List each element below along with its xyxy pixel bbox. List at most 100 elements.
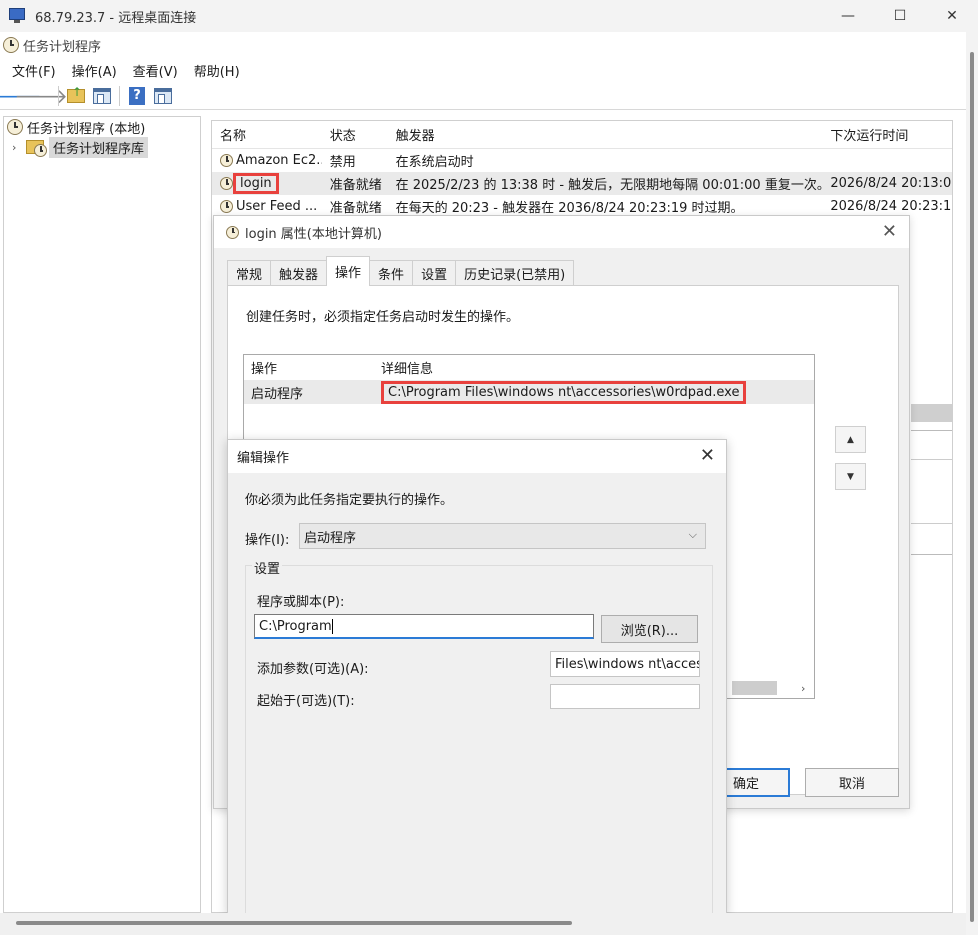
menu-action[interactable]: 操作(A) <box>64 61 125 80</box>
task-status: 禁用 <box>329 155 356 170</box>
task-status: 准备就绪 <box>329 178 382 193</box>
col-header-status[interactable]: 状态 <box>322 125 388 144</box>
divider <box>911 430 952 431</box>
help-icon: ? <box>129 86 145 105</box>
cancel-button[interactable]: 取消 <box>805 768 899 797</box>
arguments-input[interactable]: Files\windows nt\accessories\w0rdpad.exe <box>550 651 700 677</box>
tree-item-library[interactable]: › 任务计划程序库 <box>4 136 200 158</box>
menu-help[interactable]: 帮助(H) <box>186 61 248 80</box>
menu-file[interactable]: 文件(F) <box>4 61 64 80</box>
props-titlebar: login 属性(本地计算机) <box>214 216 909 248</box>
menu-view[interactable]: 查看(V) <box>125 61 186 80</box>
detail-pane-tab-strip <box>911 404 952 422</box>
tab-triggers[interactable]: 触发器 <box>270 260 328 286</box>
divider <box>911 554 952 555</box>
tree-item-root[interactable]: 任务计划程序 (本地) <box>4 117 200 137</box>
tree-root-label: 任务计划程序 (本地) <box>27 121 146 137</box>
task-trigger: 在系统启动时 <box>395 155 474 170</box>
tab-history[interactable]: 历史记录(已禁用) <box>455 260 575 286</box>
col-header-name[interactable]: 名称 <box>212 125 322 144</box>
task-status: 准备就绪 <box>329 201 382 216</box>
folder-up-icon <box>67 85 85 103</box>
toolbar-separator <box>119 85 120 106</box>
table-row[interactable]: Amazon Ec2... 禁用 在系统启动时 <box>212 149 952 172</box>
tab-conditions[interactable]: 条件 <box>369 260 414 286</box>
tab-general[interactable]: 常规 <box>227 260 272 286</box>
chevron-right-icon[interactable]: › <box>801 682 805 695</box>
move-up-button[interactable]: ▲ <box>835 426 866 453</box>
vertical-scrollbar[interactable] <box>966 32 978 935</box>
action-type: 启动程序 <box>251 386 304 402</box>
menu-bar: 文件(F) 操作(A) 查看(V) 帮助(H) <box>0 58 966 82</box>
maximize-button[interactable]: ☐ <box>874 0 926 32</box>
clock-icon <box>7 119 23 135</box>
start-in-input[interactable] <box>550 684 700 709</box>
clock-icon <box>3 37 19 53</box>
browse-button[interactable]: 浏览(R)... <box>601 615 698 643</box>
edit-dialog-title: 编辑操作 <box>228 440 726 473</box>
task-clock-icon <box>220 177 233 190</box>
task-name: login <box>233 173 279 194</box>
col-header-details[interactable]: 详细信息 <box>377 358 433 377</box>
task-next-run: 2026/8/24 20:23:19 <box>830 199 953 214</box>
task-table-header: 名称 状态 触发器 下次运行时间 <box>212 121 952 149</box>
show-hide-console-tree-button[interactable] <box>91 85 113 107</box>
app-titlebar: 任务计划程序 <box>0 32 966 58</box>
task-name: User Feed ... <box>236 199 318 214</box>
edit-close-icon[interactable]: ✕ <box>700 445 715 466</box>
toolbar: 🡐 🡒 ? <box>0 82 966 110</box>
actions-hscrollbar[interactable]: › <box>732 678 814 698</box>
edit-description: 你必须为此任务指定要执行的操作。 <box>245 493 454 508</box>
scroll-thumb[interactable] <box>16 921 572 925</box>
program-input[interactable]: C:\Program <box>254 614 594 639</box>
program-label: 程序或脚本(P): <box>257 595 345 610</box>
horizontal-scrollbar[interactable] <box>0 913 966 935</box>
task-clock-icon <box>220 154 233 167</box>
action-label: 操作(I): <box>245 533 290 548</box>
show-hide-action-pane-button[interactable] <box>152 85 174 107</box>
task-clock-icon <box>220 200 233 213</box>
action-select[interactable]: 启动程序 ⌵ <box>299 523 706 549</box>
table-row[interactable]: login 准备就绪 在 2025/2/23 的 13:38 时 - 触发后，无… <box>212 172 952 195</box>
remote-desktop-icon <box>9 8 27 24</box>
up-folder-button[interactable] <box>65 85 87 107</box>
rdp-titlebar: 68.79.23.7 - 远程桌面连接 — ☐ ✕ <box>0 0 978 32</box>
start-in-label: 起始于(可选)(T): <box>257 694 355 709</box>
rdp-window-title: 68.79.23.7 - 远程桌面连接 <box>35 10 197 26</box>
action-select-value: 启动程序 <box>304 530 357 546</box>
scroll-thumb[interactable] <box>970 52 974 922</box>
chevron-right-icon[interactable]: › <box>12 141 24 154</box>
toolbar-separator <box>58 85 59 106</box>
clock-icon <box>226 225 239 239</box>
divider <box>911 523 952 524</box>
move-down-button[interactable]: ▼ <box>835 463 866 490</box>
tab-actions[interactable]: 操作 <box>326 256 371 286</box>
task-next-run: 2026/8/24 20:13:00 <box>830 176 953 191</box>
col-header-action[interactable]: 操作 <box>244 358 377 377</box>
tree-library-label: 任务计划程序库 <box>49 136 149 158</box>
arguments-label: 添加参数(可选)(A): <box>257 662 369 677</box>
list-item[interactable]: 启动程序 C:\Program Files\windows nt\accesso… <box>244 380 814 404</box>
props-close-icon[interactable]: ✕ <box>882 221 897 242</box>
divider <box>911 459 952 460</box>
close-button[interactable]: ✕ <box>926 0 978 32</box>
task-trigger: 在每天的 20:23 - 触发器在 2036/8/24 20:23:19 时过期… <box>395 201 744 216</box>
console-tree: 任务计划程序 (本地) › 任务计划程序库 <box>3 116 201 913</box>
app-title: 任务计划程序 <box>23 39 102 55</box>
chevron-down-icon[interactable]: ⌵ <box>689 528 697 542</box>
minimize-button[interactable]: — <box>822 0 874 32</box>
actions-list-header: 操作 详细信息 <box>244 355 814 380</box>
actions-description: 创建任务时，必须指定任务启动时发生的操作。 <box>246 310 520 325</box>
col-header-trigger[interactable]: 触发器 <box>388 125 823 144</box>
settings-group-label: 设置 <box>252 558 283 577</box>
col-header-next-run[interactable]: 下次运行时间 <box>822 125 952 144</box>
tab-settings[interactable]: 设置 <box>412 260 457 286</box>
action-detail: C:\Program Files\windows nt\accessories\… <box>381 380 747 404</box>
help-button[interactable]: ? <box>126 85 148 107</box>
console-tree-icon <box>93 87 111 104</box>
scroll-thumb[interactable] <box>732 681 777 695</box>
text-caret <box>331 618 333 634</box>
edit-action-dialog: 编辑操作 ✕ 你必须为此任务指定要执行的操作。 操作(I): 启动程序 ⌵ 设置… <box>227 439 727 920</box>
forward-arrow-icon[interactable]: 🡒 <box>14 84 68 108</box>
props-tabs: 常规 触发器 操作 条件 设置 历史记录(已禁用) <box>227 256 575 286</box>
